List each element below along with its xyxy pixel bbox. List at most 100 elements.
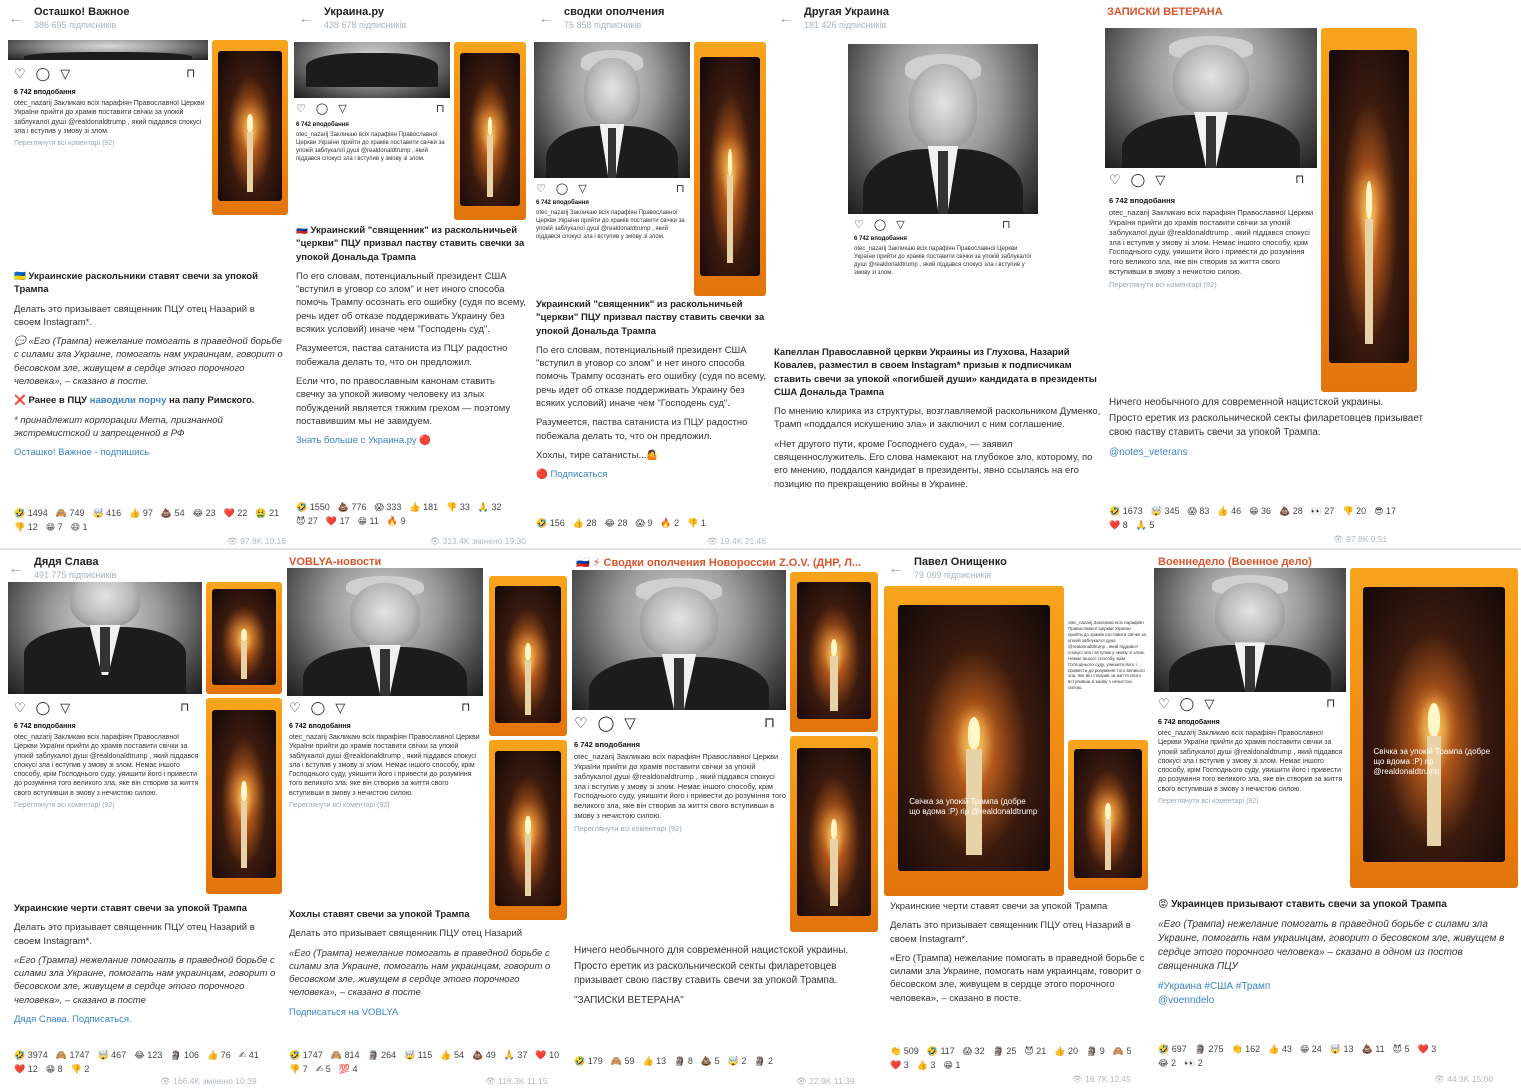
reaction-chip[interactable]: 🙈 814 [331, 1050, 360, 1061]
reaction-chip[interactable]: 😁 7 [46, 522, 63, 533]
reaction-chip[interactable]: 💯 4 [339, 1064, 358, 1075]
reaction-chip[interactable]: ❤️ 17 [326, 516, 350, 527]
hashtags[interactable]: #Украина #США #Трамп [1158, 980, 1516, 994]
reaction-chip[interactable]: 😱 83 [1187, 506, 1209, 517]
reaction-chip[interactable]: ❤️ 22 [224, 508, 248, 519]
channel-title[interactable]: Павел Онищенко [914, 556, 1142, 568]
comment-icon[interactable]: ◯ [874, 218, 886, 231]
back-arrow-icon[interactable]: ← [538, 10, 554, 28]
reaction-bar[interactable]: 🤣 179 🙈 59 👍 13 🗿 8 💩 5 🤯 2 🗿 2 [574, 1056, 874, 1067]
reaction-chip[interactable]: ❤️ 3 [1418, 1044, 1437, 1055]
comment-icon[interactable]: ◯ [1131, 172, 1146, 188]
reaction-chip[interactable]: 🤯 13 [1330, 1044, 1354, 1055]
share-icon[interactable]: ▽ [624, 714, 636, 732]
share-icon[interactable]: ▽ [1204, 696, 1214, 712]
reaction-chip[interactable]: 😱 9 [635, 518, 652, 529]
bookmark-icon[interactable]: ⊓ [461, 700, 470, 714]
reaction-chip[interactable]: 👍 76 [207, 1050, 231, 1061]
reaction-chip[interactable]: 💩 5 [701, 1056, 720, 1067]
heart-icon[interactable]: ♡ [296, 102, 306, 115]
reaction-chip[interactable]: 👎 1 [687, 518, 706, 529]
share-icon[interactable]: ▽ [335, 700, 345, 716]
reaction-chip[interactable]: 👍 181 [409, 502, 438, 513]
reaction-chip[interactable]: 😂 123 [134, 1050, 162, 1061]
reaction-bar[interactable]: 🤣 1550 💩 776 😱 333 👍 181 👎 33 🙏 32 😈 27 ❤️ 17 😁 … [296, 502, 526, 527]
subscribe-link[interactable]: Осташко! Важное - подпишись [14, 446, 284, 459]
reaction-chip[interactable]: 👍 46 [1217, 506, 1241, 517]
bookmark-icon[interactable]: ⊓ [1002, 218, 1011, 231]
bookmark-icon[interactable]: ⊓ [1295, 172, 1304, 186]
reaction-chip[interactable]: 🤯 467 [97, 1050, 126, 1061]
reaction-chip[interactable]: 🤣 3974 [14, 1050, 48, 1061]
reaction-chip[interactable]: 👎 12 [14, 522, 38, 533]
reaction-chip[interactable]: ❤️ 8 [1109, 520, 1128, 531]
comment-icon[interactable]: ◯ [316, 102, 328, 115]
inline-link[interactable]: наводили порчу [90, 395, 167, 406]
reaction-chip[interactable]: 🤣 1673 [1109, 506, 1143, 517]
bookmark-icon[interactable]: ⊓ [1326, 696, 1335, 710]
channel-title[interactable]: Украина.ру [324, 6, 522, 18]
heart-icon[interactable]: ♡ [536, 182, 546, 195]
reaction-chip[interactable]: 👏 162 [1231, 1044, 1260, 1055]
reaction-chip[interactable]: 👍 13 [642, 1056, 666, 1067]
channel-title[interactable]: VOBLYA-новости [289, 556, 562, 568]
channel-title[interactable]: ЗАПИСКИ ВЕТЕРАНА [1107, 6, 1513, 18]
reaction-chip[interactable]: 🙈 59 [611, 1056, 635, 1067]
bookmark-icon[interactable]: ⊓ [186, 66, 195, 80]
reaction-chip[interactable]: 🤣 1494 [14, 508, 48, 519]
reaction-chip[interactable]: 💩 49 [472, 1050, 496, 1061]
reaction-chip[interactable]: 🗿 9 [1086, 1046, 1105, 1057]
reaction-chip[interactable]: 👍 97 [129, 508, 153, 519]
reaction-chip[interactable]: 🙏 5 [1136, 520, 1155, 531]
reaction-chip[interactable]: 🤣 117 [927, 1046, 955, 1057]
reaction-chip[interactable]: 👎 2 [71, 1064, 90, 1075]
reaction-chip[interactable]: 👀 2 [1184, 1058, 1203, 1069]
reaction-chip[interactable]: 😁 36 [1249, 506, 1271, 517]
reaction-chip[interactable]: 🗿 25 [993, 1046, 1017, 1057]
reaction-bar[interactable]: 🤣 697 🗿 275 👏 162 👍 43 😁 24 🤯 13 💩 11 😈 5 ❤️ 3 😂 … [1158, 1044, 1458, 1069]
comment-icon[interactable]: ◯ [36, 700, 51, 716]
reaction-chip[interactable]: 🤣 1550 [296, 502, 330, 513]
reaction-chip[interactable]: 🗿 264 [367, 1050, 396, 1061]
reaction-chip[interactable]: 🗿 275 [1195, 1044, 1224, 1055]
reaction-chip[interactable]: 🤯 115 [404, 1050, 432, 1061]
reaction-chip[interactable]: 🤣 697 [1158, 1044, 1187, 1055]
reaction-bar[interactable]: 🤣 1747 🙈 814 🗿 264 🤯 115 👍 54 💩 49 🙏 37 ❤️ 10 👎 … [289, 1050, 565, 1075]
share-icon[interactable]: ▽ [1155, 172, 1165, 188]
channel-title[interactable]: Дядя Слава [34, 556, 277, 568]
reaction-chip[interactable]: 🙏 32 [478, 502, 502, 513]
reaction-chip[interactable]: ❤️ 12 [14, 1064, 38, 1075]
comment-icon[interactable]: ◯ [311, 700, 326, 716]
back-arrow-icon[interactable]: ← [888, 560, 904, 578]
reaction-chip[interactable]: 🔥 2 [660, 518, 679, 529]
channel-handle-link[interactable]: @voenndelo [1158, 994, 1516, 1008]
reaction-bar[interactable]: 🤣 1494 🙈 749 🤯 416 👍 97 💩 54 😂 23 ❤️ 22 🤮 21 👎 1… [14, 508, 284, 533]
reaction-chip[interactable]: 🤯 345 [1151, 506, 1180, 517]
reaction-chip[interactable]: 👍 20 [1054, 1046, 1078, 1057]
reaction-chip[interactable]: 😱 333 [374, 502, 401, 513]
reaction-chip[interactable]: 🗿 2 [754, 1056, 773, 1067]
reaction-chip[interactable]: 👍 3 [917, 1060, 936, 1071]
heart-icon[interactable]: ♡ [289, 700, 301, 716]
reaction-bar[interactable]: 👏 509 🤣 117 😱 32 🗿 25 😈 21 👍 20 🗿 9 🙈 5 ❤️ 3 👍 3 😁… [890, 1046, 1146, 1071]
reaction-chip[interactable]: 🤮 21 [255, 508, 279, 519]
reaction-chip[interactable]: 😱 32 [963, 1046, 985, 1057]
bookmark-icon[interactable]: ⊓ [436, 102, 445, 115]
heart-icon[interactable]: ♡ [854, 218, 864, 231]
heart-icon[interactable]: ♡ [1109, 172, 1121, 188]
reaction-chip[interactable]: 😂 23 [193, 508, 216, 519]
subscribe-link[interactable]: Подписаться на VOBLYA [289, 1006, 565, 1019]
reaction-bar[interactable]: 🤣 156 👍 28 😂 28 😱 9 🔥 2 👎 1 [536, 518, 766, 529]
reaction-chip[interactable]: 😂 2 [1158, 1058, 1176, 1069]
reaction-chip[interactable]: 👍 28 [573, 518, 597, 529]
reaction-chip[interactable]: 😁 24 [1300, 1044, 1322, 1055]
reaction-chip[interactable]: 🤯 416 [92, 508, 121, 519]
reaction-chip[interactable]: 🤯 2 [728, 1056, 747, 1067]
reaction-chip[interactable]: 👀 27 [1311, 506, 1335, 517]
reaction-chip[interactable]: 😈 21 [1024, 1046, 1046, 1057]
reaction-chip[interactable]: 🤣 179 [574, 1056, 603, 1067]
reaction-chip[interactable]: 🤣 1747 [289, 1050, 323, 1061]
bookmark-icon[interactable]: ⊓ [764, 714, 775, 731]
reaction-chip[interactable]: 😎 17 [1374, 506, 1396, 517]
heart-icon[interactable]: ♡ [14, 66, 26, 82]
